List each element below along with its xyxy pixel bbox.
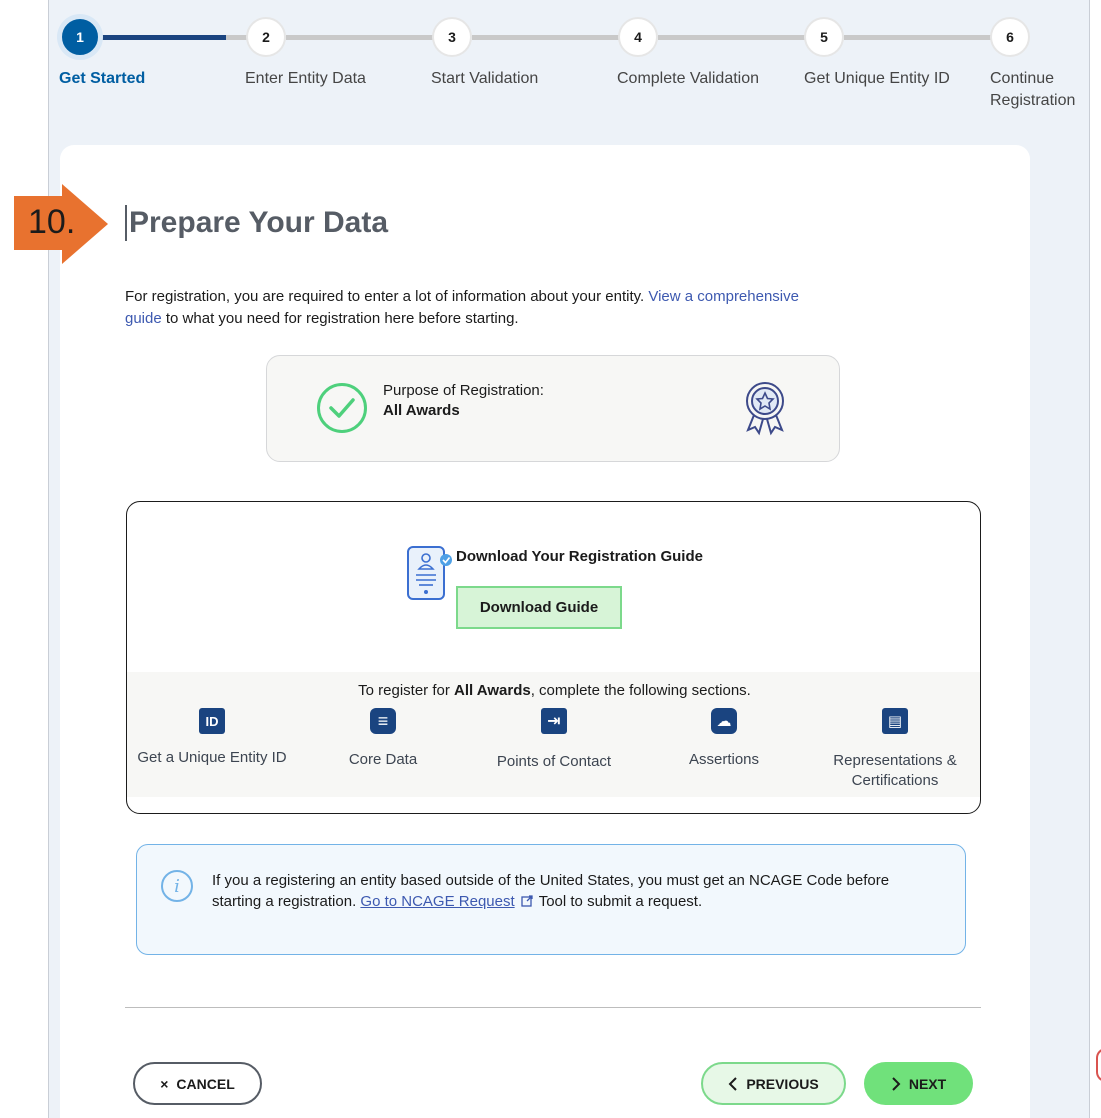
step-3-label: Start Validation [431, 70, 539, 87]
section-core-data: ≡ Core Data [298, 708, 468, 770]
step-2-label: Enter Entity Data [245, 70, 366, 87]
next-button[interactable]: NEXT [864, 1062, 973, 1105]
intro-text-before: For registration, you are required to en… [125, 288, 649, 305]
section-label-line2: Certifications [851, 772, 939, 789]
step-5-label: Get Unique Entity ID [804, 70, 950, 87]
step-4-label: Complete Validation [617, 70, 760, 87]
purpose-value: All Awards [383, 402, 460, 419]
section-label: Assertions [688, 751, 760, 768]
purpose-label: Purpose of Registration: [383, 382, 544, 399]
database-icon: ≡ [370, 708, 396, 734]
chevron-right-icon [892, 1076, 901, 1091]
step-6-circle[interactable]: 6 [990, 17, 1030, 57]
ncage-request-link[interactable]: Go to NCAGE Request [360, 893, 514, 910]
cloud-icon: ☁ [711, 708, 737, 734]
step-2-number: 2 [262, 29, 270, 45]
step-5-number: 5 [820, 29, 828, 45]
previous-button[interactable]: PREVIOUS [701, 1062, 846, 1105]
step-connector-2 [286, 35, 438, 40]
page-title: Prepare Your Data [125, 205, 388, 241]
section-label: Representations & Certifications [810, 751, 980, 791]
previous-label: PREVIOUS [746, 1075, 819, 1092]
edge-annotation-mark [1096, 1048, 1101, 1082]
ncage-info-alert: i If you a registering an entity based o… [136, 844, 966, 955]
intro-paragraph: For registration, you are required to en… [125, 286, 845, 330]
step-1-number: 1 [76, 29, 84, 45]
sections-intro-before: To register for [358, 682, 455, 699]
certificate-icon: ▤ [882, 708, 908, 734]
guide-link-part2: guide [125, 310, 162, 327]
step-connector-5 [844, 35, 996, 40]
mobile-guide-icon [405, 544, 455, 602]
step-connector-4 [658, 35, 810, 40]
contact-door-icon: ⇥ [541, 708, 567, 734]
close-icon: × [160, 1075, 169, 1092]
chevron-left-icon [728, 1076, 738, 1091]
award-ribbon-icon [741, 380, 789, 436]
section-label: Points of Contact [496, 753, 612, 770]
step-2-circle[interactable]: 2 [246, 17, 286, 57]
info-icon: i [161, 870, 193, 902]
purpose-of-registration-panel: Purpose of Registration: All Awards [266, 355, 840, 462]
step-1-label: Get Started [59, 70, 146, 87]
section-assertions: ☁ Assertions [639, 708, 809, 770]
step-5-circle[interactable]: 5 [804, 17, 844, 57]
step-3-number: 3 [448, 29, 456, 45]
callout-number: 10. [28, 203, 76, 241]
sections-intro-bold: All Awards [454, 682, 531, 699]
step-6-label-line2: Registration [990, 92, 1076, 109]
cancel-label: CANCEL [176, 1075, 235, 1092]
section-points-of-contact: ⇥ Points of Contact [469, 708, 639, 772]
guide-link-part1: View a comprehensive [648, 288, 799, 305]
info-text-after: Tool to submit a request. [534, 893, 703, 910]
section-label: Get a Unique Entity ID [137, 749, 287, 766]
required-sections-band: To register for All Awards, complete the… [127, 672, 980, 797]
check-circle-icon [317, 383, 367, 433]
guide-title: Download Your Registration Guide [456, 548, 703, 565]
step-1-circle[interactable]: 1 [60, 17, 100, 57]
step-connector-3 [472, 35, 624, 40]
footer-divider [125, 1007, 981, 1008]
section-unique-entity-id: ID Get a Unique Entity ID [127, 708, 297, 768]
next-label: NEXT [908, 1075, 947, 1092]
section-label: Core Data [348, 751, 418, 768]
progress-stepper: 1 2 3 4 5 6 Get Started Enter Entity Dat… [0, 0, 1101, 130]
id-icon: ID [199, 708, 225, 734]
step-4-number: 4 [634, 29, 642, 45]
step-connector-1 [100, 35, 226, 40]
step-3-circle[interactable]: 3 [432, 17, 472, 57]
step-callout-marker: 10. [14, 184, 110, 266]
section-label-line1: Representations & [833, 752, 957, 769]
sections-intro: To register for All Awards, complete the… [127, 682, 980, 699]
step-6-label-line1: Continue [990, 70, 1055, 87]
step-6-label: Continue Registration [990, 68, 1075, 112]
registration-guide-panel: Download Your Registration Guide Downloa… [126, 501, 981, 814]
section-reps-and-certs: ▤ Representations & Certifications [810, 708, 980, 791]
cancel-button[interactable]: × CANCEL [133, 1062, 262, 1105]
download-guide-button[interactable]: Download Guide [456, 586, 622, 629]
step-6-number: 6 [1006, 29, 1014, 45]
intro-text-after: to what you need for registration here b… [161, 310, 519, 327]
sections-intro-after: , complete the following sections. [530, 682, 751, 699]
info-text: If you a registering an entity based out… [212, 870, 932, 912]
external-link-icon [521, 892, 533, 907]
step-4-circle[interactable]: 4 [618, 17, 658, 57]
